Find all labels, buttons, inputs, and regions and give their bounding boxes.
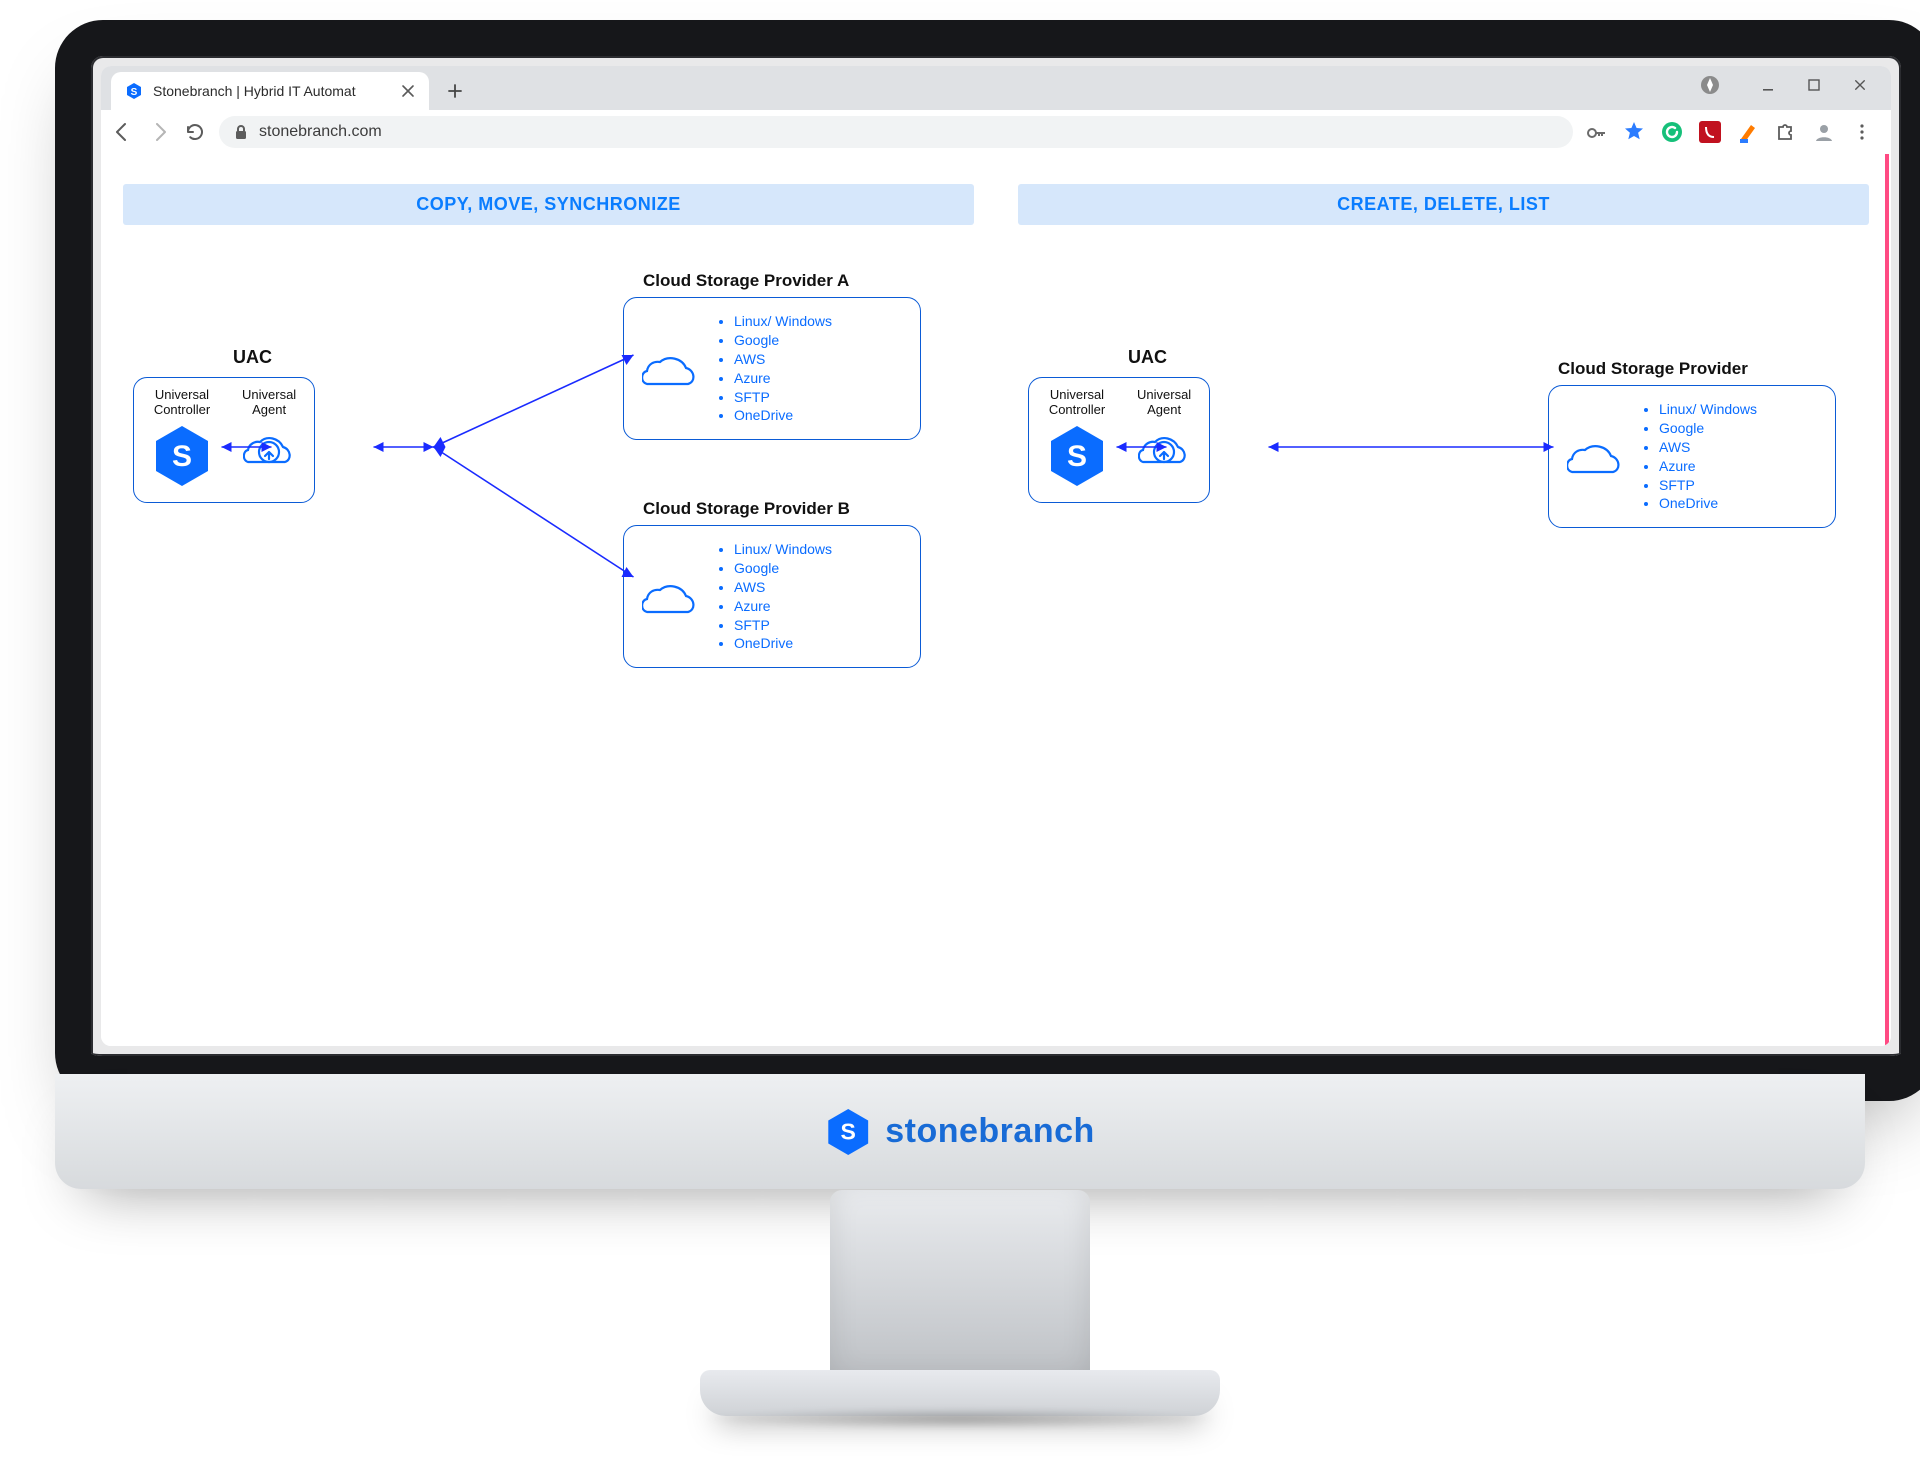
- bookmark-star-icon[interactable]: [1623, 121, 1645, 143]
- window-controls: [1745, 70, 1883, 100]
- stonebranch-hex-icon: [825, 1107, 871, 1157]
- provider-title-right: Cloud Storage Provider: [1558, 359, 1748, 379]
- window-minimize-button[interactable]: [1745, 70, 1791, 100]
- cloud-upload-icon: [1138, 424, 1190, 476]
- list-item: OneDrive: [734, 634, 832, 653]
- list-item: SFTP: [734, 616, 832, 635]
- forward-button[interactable]: [147, 120, 171, 144]
- provider-b-list: Linux/ Windows Google AWS Azure SFTP One…: [716, 540, 832, 653]
- list-item: SFTP: [734, 388, 832, 407]
- list-item: Linux/ Windows: [734, 540, 832, 559]
- cloud-upload-icon: [243, 424, 295, 476]
- compass-icon[interactable]: [1699, 74, 1721, 96]
- window-maximize-button[interactable]: [1791, 70, 1837, 100]
- stonebranch-hex-icon: [1047, 424, 1107, 488]
- list-item: Linux/ Windows: [1659, 400, 1757, 419]
- page-content: COPY, MOVE, SYNCHRONIZE UAC Universal Co…: [101, 154, 1891, 1046]
- uac-title-right: UAC: [1128, 347, 1167, 368]
- list-item: OneDrive: [1659, 494, 1757, 513]
- grammarly-ext-icon[interactable]: [1661, 121, 1683, 143]
- new-tab-button[interactable]: [441, 77, 469, 105]
- stonebranch-hex-icon: [152, 424, 212, 488]
- address-field[interactable]: stonebranch.com: [219, 116, 1573, 148]
- right-header: CREATE, DELETE, LIST: [1018, 184, 1869, 225]
- list-item: Azure: [1659, 457, 1757, 476]
- back-button[interactable]: [111, 120, 135, 144]
- provider-b-box: Linux/ Windows Google AWS Azure SFTP One…: [623, 525, 921, 668]
- uac-controller-label: Universal Controller: [1049, 388, 1105, 418]
- provider-a-list: Linux/ Windows Google AWS Azure SFTP One…: [716, 312, 832, 425]
- diagram-left: COPY, MOVE, SYNCHRONIZE UAC Universal Co…: [123, 184, 974, 767]
- url-text: stonebranch.com: [259, 123, 382, 141]
- cloud-icon: [1567, 437, 1623, 477]
- provider-a-title: Cloud Storage Provider A: [643, 271, 849, 291]
- list-item: Google: [1659, 419, 1757, 438]
- browser-addressbar: stonebranch.com: [101, 110, 1891, 155]
- profile-avatar-icon[interactable]: [1813, 121, 1835, 143]
- list-item: Azure: [734, 597, 832, 616]
- list-item: Azure: [734, 369, 832, 388]
- tab-close-icon[interactable]: [401, 84, 415, 98]
- monitor-stand: [830, 1190, 1090, 1390]
- cloud-icon: [642, 577, 698, 617]
- extensions-icon[interactable]: [1775, 121, 1797, 143]
- stonebranch-logo-text: stonebranch: [885, 1112, 1095, 1151]
- svg-text:S: S: [131, 87, 138, 98]
- provider-a-box: Linux/ Windows Google AWS Azure SFTP One…: [623, 297, 921, 440]
- browser-tabbar: S Stonebranch | Hybrid IT Automat: [101, 66, 1891, 110]
- browser-tab-title: Stonebranch | Hybrid IT Automat: [153, 83, 391, 99]
- list-item: SFTP: [1659, 476, 1757, 495]
- provider-list-right: Linux/ Windows Google AWS Azure SFTP One…: [1641, 400, 1757, 513]
- browser-window: S Stonebranch | Hybrid IT Automat: [101, 66, 1891, 1046]
- left-header: COPY, MOVE, SYNCHRONIZE: [123, 184, 974, 225]
- monitor-chin: stonebranch: [55, 1074, 1865, 1189]
- acrobat-ext-icon[interactable]: [1699, 121, 1721, 143]
- lock-icon: [233, 124, 249, 140]
- list-item: AWS: [734, 350, 832, 369]
- kebab-menu-icon[interactable]: [1851, 121, 1873, 143]
- provider-box-right: Linux/ Windows Google AWS Azure SFTP One…: [1548, 385, 1836, 528]
- uac-box-right: Universal Controller Universal Agent: [1028, 377, 1210, 503]
- browser-tab-active[interactable]: S Stonebranch | Hybrid IT Automat: [111, 72, 429, 110]
- list-item: AWS: [734, 578, 832, 597]
- provider-b-title: Cloud Storage Provider B: [643, 499, 850, 519]
- list-item: OneDrive: [734, 406, 832, 425]
- monitor-frame: S Stonebranch | Hybrid IT Automat: [55, 20, 1920, 1101]
- list-item: Google: [734, 559, 832, 578]
- uac-box-left: Universal Controller Universal Agent: [133, 377, 315, 503]
- uac-agent-label: Universal Agent: [242, 388, 296, 418]
- list-item: Linux/ Windows: [734, 312, 832, 331]
- uac-title-left: UAC: [233, 347, 272, 368]
- key-icon[interactable]: [1585, 121, 1607, 143]
- marker-ext-icon[interactable]: [1737, 121, 1759, 143]
- window-close-button[interactable]: [1837, 70, 1883, 100]
- list-item: Google: [734, 331, 832, 350]
- scrollbar[interactable]: [1885, 154, 1889, 1046]
- stonebranch-logo: stonebranch: [825, 1107, 1095, 1157]
- cloud-icon: [642, 349, 698, 389]
- list-item: AWS: [1659, 438, 1757, 457]
- stonebranch-favicon-icon: S: [125, 82, 143, 100]
- diagram-right: CREATE, DELETE, LIST UAC Universal Contr…: [1018, 184, 1869, 767]
- reload-button[interactable]: [183, 120, 207, 144]
- uac-agent-label: Universal Agent: [1137, 388, 1191, 418]
- monitor-base: [700, 1370, 1220, 1416]
- uac-controller-label: Universal Controller: [154, 388, 210, 418]
- toolbar-extensions: [1585, 121, 1881, 143]
